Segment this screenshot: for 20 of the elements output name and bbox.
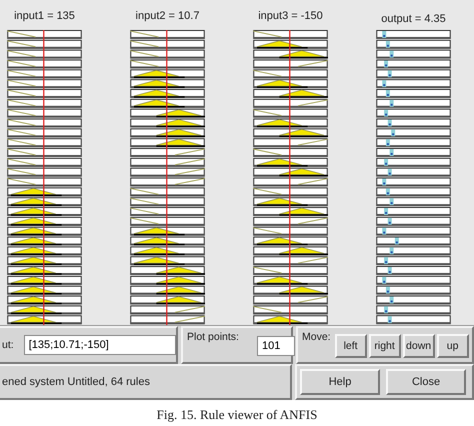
- move-button[interactable]: right: [368, 334, 401, 358]
- plot-points-field[interactable]: 101: [256, 336, 295, 356]
- input-value-line[interactable]: [166, 30, 168, 325]
- move-label: Move:: [302, 331, 331, 343]
- status-text: ened system Untitled, 64 rules: [2, 376, 150, 388]
- figure-caption: Fig. 15. Rule viewer of ANFIS: [156, 406, 318, 423]
- input-field[interactable]: [135;10.71;-150]: [24, 335, 176, 355]
- dialog-button[interactable]: Help: [300, 369, 380, 395]
- move-button[interactable]: down: [402, 334, 435, 358]
- variable-label: output = 4.35: [381, 13, 446, 24]
- plot-points-label: Plot points:: [187, 331, 239, 343]
- input-value-line[interactable]: [289, 30, 290, 325]
- input-label: ut:: [2, 339, 14, 351]
- dialog-button[interactable]: Close: [386, 369, 466, 395]
- move-button[interactable]: up: [436, 334, 469, 358]
- move-button[interactable]: left: [334, 334, 367, 358]
- variable-label: input1 = 135: [14, 10, 75, 24]
- variable-label: input2 = 10.7: [136, 10, 200, 24]
- variable-label: input3 = -150: [258, 10, 323, 24]
- input-value-line[interactable]: [43, 30, 44, 325]
